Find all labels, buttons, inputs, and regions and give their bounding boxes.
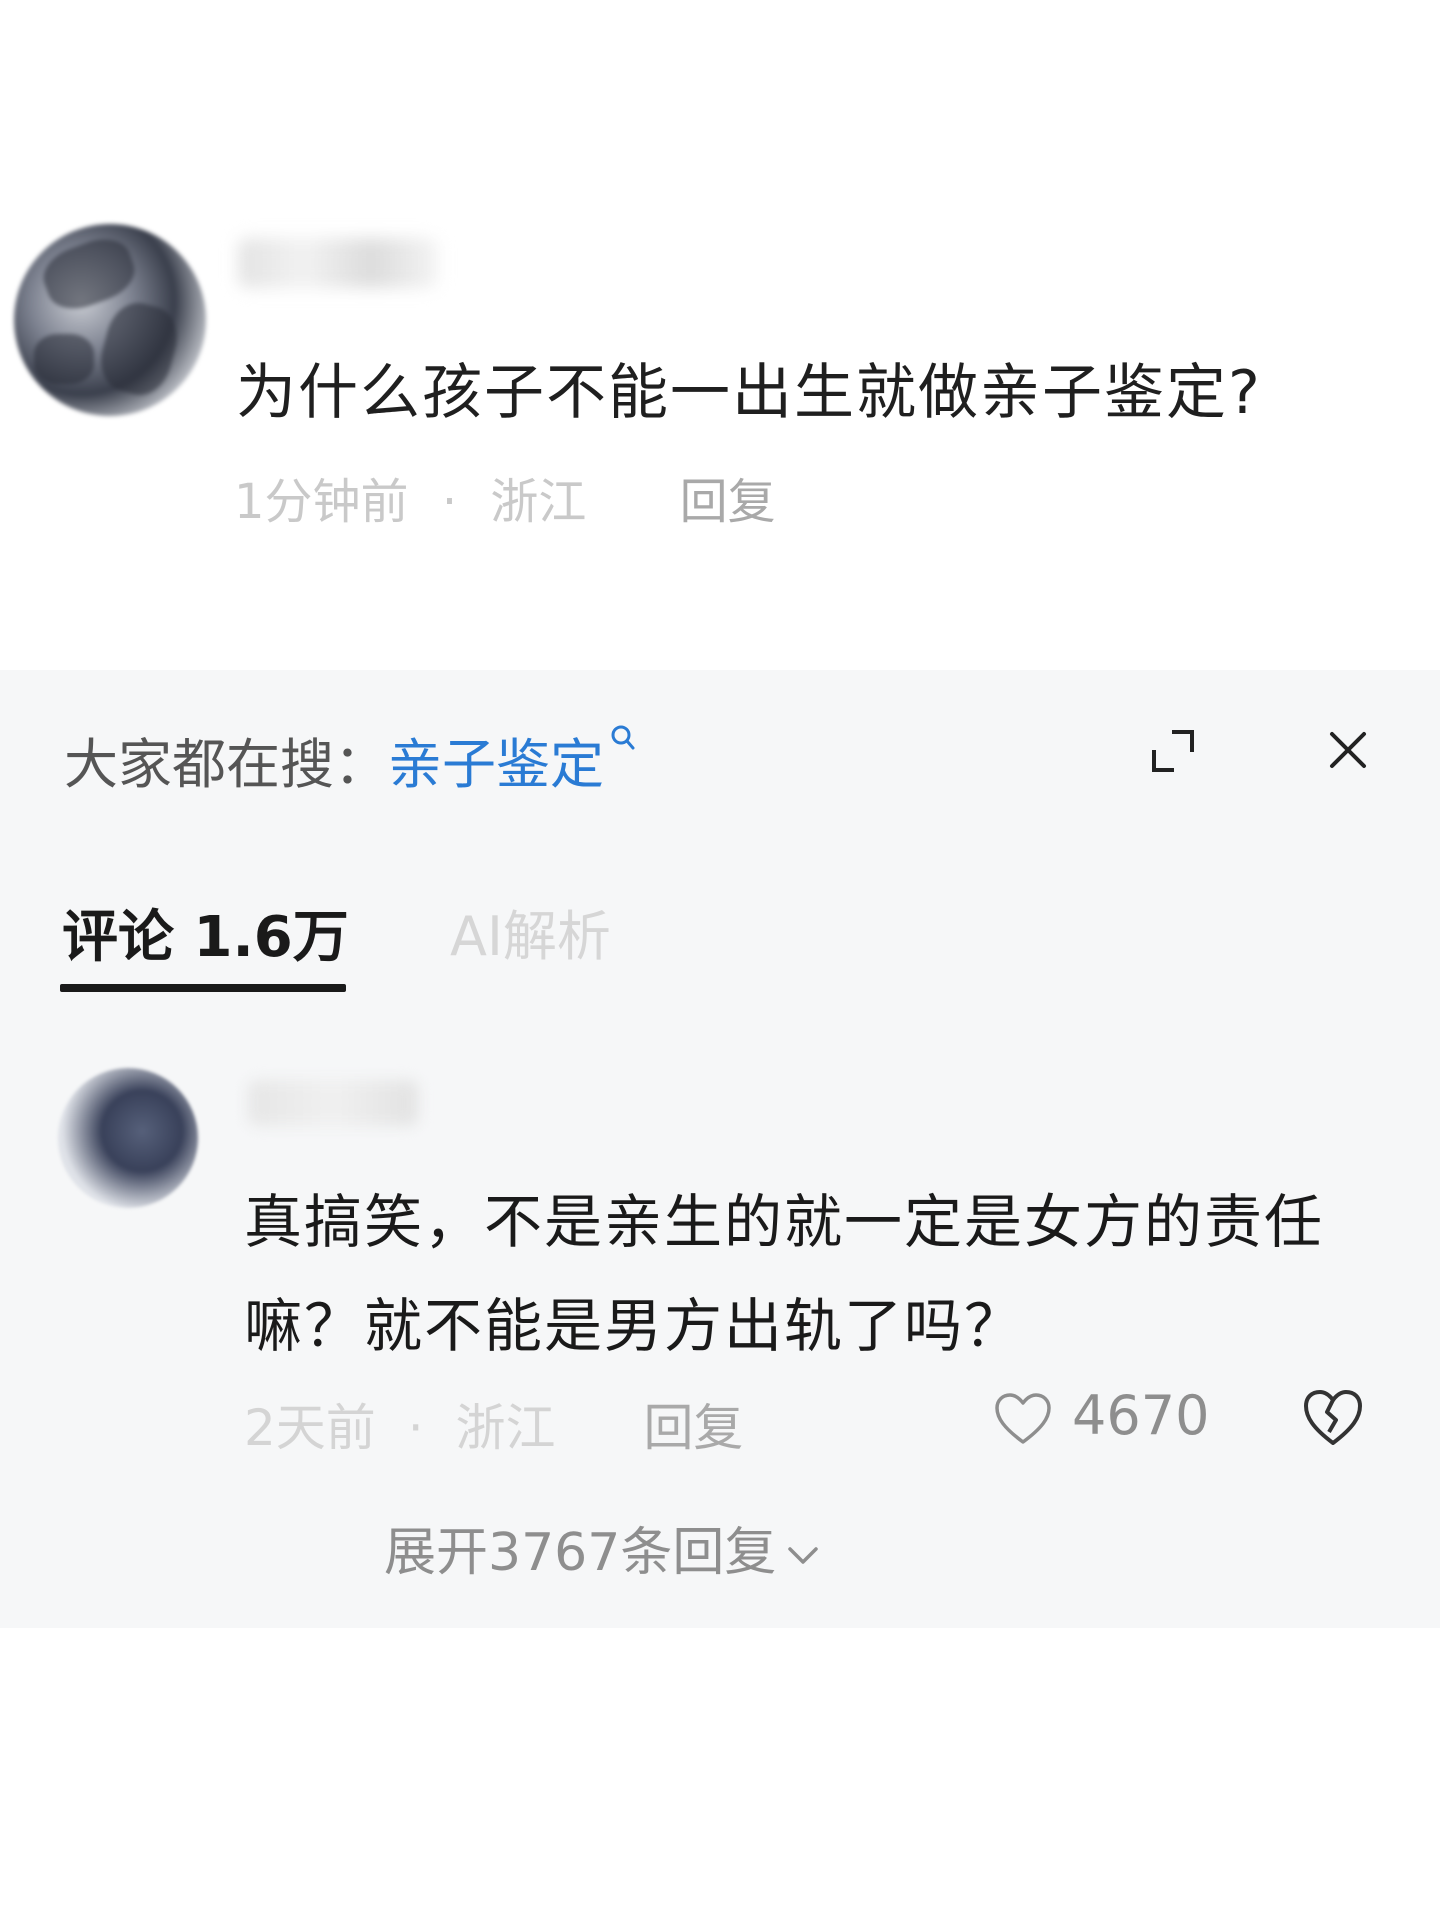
bottom-margin <box>0 1628 1440 1920</box>
trending-search-keyword[interactable]: 亲子鉴定 <box>388 733 604 796</box>
like-count: 4670 <box>1072 1384 1210 1447</box>
reply-button[interactable]: 回复 <box>643 1399 743 1457</box>
reply-button[interactable]: 回复 <box>680 474 776 530</box>
heart-icon[interactable] <box>994 1392 1052 1446</box>
meta-separator: · <box>407 1399 424 1457</box>
comment-panel: 大家都在搜：亲子鉴定 评论 1.6万 AI解析 真搞笑，不是亲生的就一定是女方的… <box>0 670 1440 1628</box>
comment-text: 真搞笑，不是亲生的就一定是女方的责任嘛？就不能是男方出轨了吗？ <box>244 1188 1325 1360</box>
tab-comments-label: 评论 <box>62 905 174 970</box>
search-icon[interactable] <box>610 724 636 754</box>
comment-time: 2天前 <box>244 1399 376 1457</box>
close-icon[interactable] <box>1326 728 1370 772</box>
meta-separator: · <box>441 474 458 530</box>
comment-location: 浙江 <box>490 474 587 530</box>
expand-replies-button[interactable]: 展开3767条回复 <box>384 1510 820 1585</box>
tab-comments[interactable]: 评论 1.6万 <box>62 892 349 973</box>
username-blurred[interactable] <box>248 1080 418 1126</box>
comment-meta: 1分钟前 · 浙江 回复 <box>234 462 776 532</box>
tab-comments-count: 1.6万 <box>193 905 349 970</box>
trending-search: 大家都在搜：亲子鉴定 <box>64 720 636 799</box>
avatar[interactable] <box>14 224 206 416</box>
trending-search-label: 大家都在搜： <box>64 733 388 796</box>
broken-heart-icon[interactable] <box>1302 1388 1364 1448</box>
username-blurred[interactable] <box>238 238 438 288</box>
comment-time: 1分钟前 <box>234 474 409 530</box>
avatar[interactable] <box>58 1068 198 1208</box>
expand-icon[interactable] <box>1150 728 1196 774</box>
comment-location: 浙江 <box>455 1399 556 1457</box>
expand-replies-label: 展开3767条回复 <box>384 1523 777 1583</box>
comment-question: 为什么孩子不能一出生就做亲子鉴定? <box>236 358 1262 428</box>
active-tab-indicator <box>60 984 346 992</box>
chevron-down-icon <box>788 1547 819 1564</box>
comment-meta: 2天前 · 浙江 回复 <box>244 1388 743 1460</box>
top-comment: 为什么孩子不能一出生就做亲子鉴定? 1分钟前 · 浙江 回复 <box>0 0 1440 670</box>
tab-ai-analysis[interactable]: AI解析 <box>450 892 611 971</box>
